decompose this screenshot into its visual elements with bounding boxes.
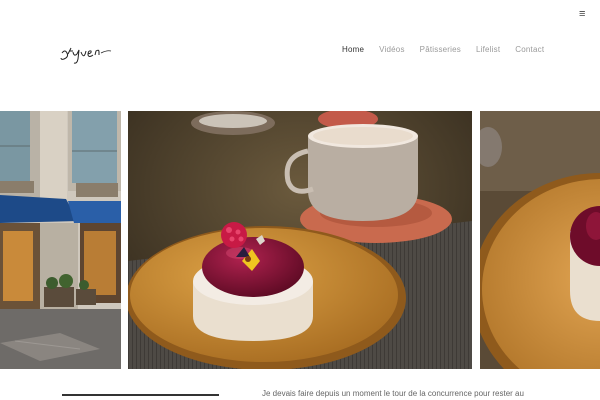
nav-item-lifelist[interactable]: Lifelist [476, 45, 500, 54]
section-divider [62, 394, 219, 396]
nav-item-contact[interactable]: Contact [515, 45, 544, 54]
site-logo[interactable] [58, 38, 114, 66]
photo-gallery [0, 111, 600, 369]
nav-item-patisseries[interactable]: Pâtisseries [420, 45, 461, 54]
gallery-photo-dessert[interactable] [128, 111, 472, 369]
gallery-photo-storefront[interactable] [0, 111, 121, 369]
gallery-photo-plate[interactable] [480, 111, 600, 369]
page: ≡ Home Vidéos Pâtisseries Lifelist Conta… [0, 0, 600, 400]
intro-text: Je devais faire depuis un moment le tour… [262, 389, 524, 398]
hamburger-menu-icon[interactable]: ≡ [579, 9, 585, 20]
logo-signature [60, 47, 112, 64]
main-nav: Home Vidéos Pâtisseries Lifelist Contact [342, 45, 544, 54]
nav-item-videos[interactable]: Vidéos [379, 45, 405, 54]
nav-item-home[interactable]: Home [342, 45, 364, 54]
